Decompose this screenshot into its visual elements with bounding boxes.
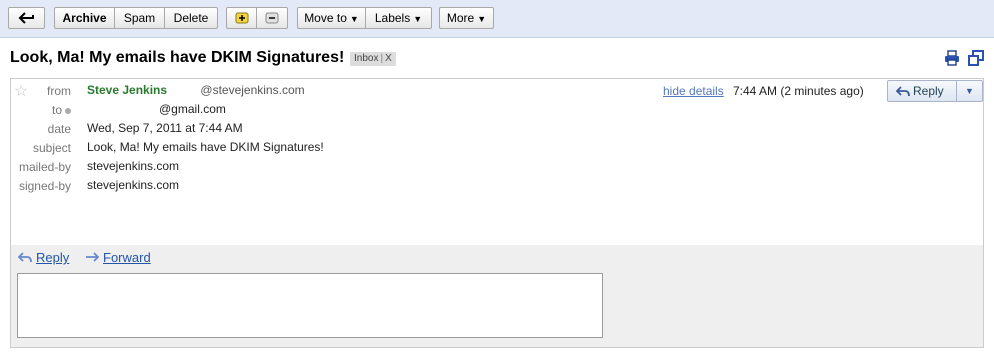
remove-button[interactable] xyxy=(257,7,288,29)
sender-email: @stevejenkins.com xyxy=(200,83,305,97)
to-value: @gmail.com xyxy=(159,102,226,116)
spam-button[interactable]: Spam xyxy=(115,7,165,29)
signed-by-label: signed-by xyxy=(18,179,71,193)
move-labels-group: Move to ▼ Labels ▼ xyxy=(297,7,432,29)
footer-reply-link[interactable]: Reply xyxy=(17,250,70,265)
date-value: Wed, Sep 7, 2011 at 7:44 AM xyxy=(87,121,243,135)
message-footer: Reply Forward xyxy=(11,245,983,347)
footer-reply-label: Reply xyxy=(36,250,70,265)
subject-label: subject xyxy=(32,141,71,155)
reply-button[interactable]: Reply xyxy=(888,81,956,101)
reply-dropdown-button[interactable]: ▼ xyxy=(955,81,982,101)
inbox-label-chip: Inbox | X xyxy=(350,52,396,66)
back-arrow-icon xyxy=(18,12,34,24)
chevron-down-icon: ▼ xyxy=(477,14,487,24)
add-yellow-icon xyxy=(235,12,248,24)
new-window-icon[interactable] xyxy=(968,50,984,66)
subject-value: Look, Ma! My emails have DKIM Signatures… xyxy=(87,140,324,154)
signed-by-value: stevejenkins.com xyxy=(87,178,180,192)
move-to-label: Move to xyxy=(304,11,347,25)
footer-forward-link[interactable]: Forward xyxy=(85,250,151,265)
presence-dot-icon xyxy=(65,107,71,114)
from-value: Steve Jenkins @stevejenkins.com xyxy=(87,83,305,97)
move-to-dropdown[interactable]: Move to ▼ xyxy=(297,7,366,29)
reply-button-label: Reply xyxy=(913,84,944,98)
forward-arrow-icon xyxy=(86,252,100,262)
back-button[interactable] xyxy=(8,7,45,29)
remove-gray-icon xyxy=(265,12,279,24)
delete-button[interactable]: Delete xyxy=(165,7,218,29)
date-label: date xyxy=(47,122,71,136)
reply-arrow-icon xyxy=(17,252,32,263)
top-icons xyxy=(944,50,984,66)
mailed-by-value: stevejenkins.com xyxy=(87,159,180,173)
sender-name[interactable]: Steve Jenkins xyxy=(87,83,167,97)
more-dropdown[interactable]: More ▼ xyxy=(439,7,494,29)
chevron-down-icon: ▼ xyxy=(964,86,974,96)
chevron-down-icon: ▼ xyxy=(413,14,423,24)
message-time: 7:44 AM (2 minutes ago) xyxy=(733,84,864,98)
hide-details-link[interactable]: hide details xyxy=(663,84,724,98)
labels-dropdown[interactable]: Labels ▼ xyxy=(366,7,432,29)
remove-label-button[interactable]: X xyxy=(385,53,392,64)
mailed-by-label: mailed-by xyxy=(18,160,71,174)
label-chip-text: Inbox xyxy=(354,53,379,64)
action-button-group: Archive Spam Delete xyxy=(54,7,218,29)
from-label: from xyxy=(47,84,71,98)
page-title: Look, Ma! My emails have DKIM Signatures… xyxy=(10,49,345,66)
reply-arrow-icon xyxy=(895,86,910,97)
print-icon[interactable] xyxy=(944,50,960,66)
star-label-group xyxy=(226,7,288,29)
more-label: More xyxy=(446,11,475,25)
labels-label: Labels xyxy=(374,11,411,25)
to-label: to xyxy=(11,103,71,117)
message-card: ☆ from Steve Jenkins @stevejenkins.com t… xyxy=(10,78,984,348)
quick-reply-textarea[interactable] xyxy=(17,273,603,338)
reply-split-button: Reply ▼ xyxy=(887,80,983,102)
toolbar: Archive Spam Delete Move to ▼ Labels ▼ Mor… xyxy=(0,0,994,38)
add-star-button[interactable] xyxy=(226,7,257,29)
footer-forward-label: Forward xyxy=(103,250,151,265)
chevron-down-icon: ▼ xyxy=(349,14,359,24)
archive-button[interactable]: Archive xyxy=(54,7,115,29)
